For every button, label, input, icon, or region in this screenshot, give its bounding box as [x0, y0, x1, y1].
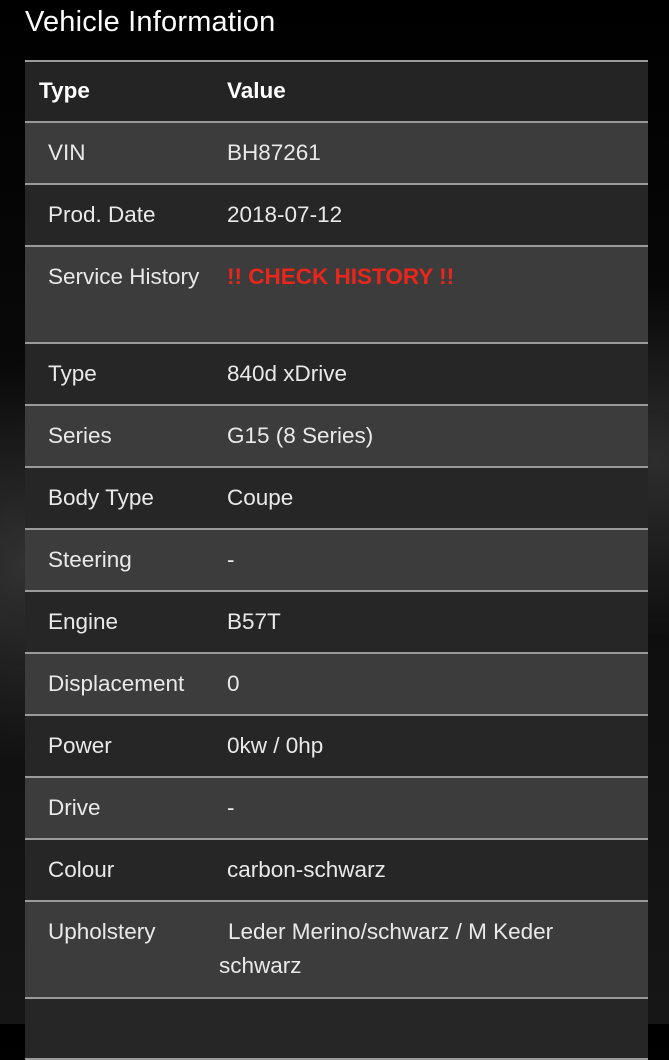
row-key: Drive: [25, 777, 219, 840]
service-history-warning: !! CHECK HISTORY !!: [219, 246, 648, 344]
row-value: G15 (8 Series): [219, 405, 648, 468]
row-value: carbon-schwarz: [219, 839, 648, 902]
row-value: 840d xDrive: [219, 343, 648, 406]
table-row: Displacement 0: [25, 653, 648, 716]
row-value: BH87261: [219, 122, 648, 185]
vehicle-info-table: Type Value VIN BH87261 Prod. Date 2018-0…: [25, 60, 648, 1060]
table-row: [25, 998, 648, 1060]
page-title: Vehicle Information: [25, 6, 276, 38]
row-value: -: [219, 777, 648, 840]
table-row: Power 0kw / 0hp: [25, 715, 648, 778]
row-key: Series: [25, 405, 219, 468]
column-header-value: Value: [219, 61, 648, 123]
table-row: Body Type Coupe: [25, 467, 648, 530]
table-row: Upholstery Leder Merino/schwarz / M Kede…: [25, 901, 648, 999]
table-row: Series G15 (8 Series): [25, 405, 648, 468]
row-value: [219, 998, 648, 1060]
row-key: Prod. Date: [25, 184, 219, 247]
row-value: B57T: [219, 591, 648, 654]
table-row: Prod. Date 2018-07-12: [25, 184, 648, 247]
row-key: Colour: [25, 839, 219, 902]
row-key: Engine: [25, 591, 219, 654]
row-value: 0: [219, 653, 648, 716]
row-key: Power: [25, 715, 219, 778]
row-key: Service History: [25, 246, 219, 344]
table-row: Drive -: [25, 777, 648, 840]
row-key: Displacement: [25, 653, 219, 716]
table-row: Service History !! CHECK HISTORY !!: [25, 246, 648, 344]
row-value: -: [219, 529, 648, 592]
row-key: Type: [25, 343, 219, 406]
row-key: [25, 998, 219, 1060]
row-value: 0kw / 0hp: [219, 715, 648, 778]
row-value: Coupe: [219, 467, 648, 530]
table-header-row: Type Value: [25, 61, 648, 123]
row-key: VIN: [25, 122, 219, 185]
column-header-type: Type: [25, 61, 219, 123]
table-row: Colour carbon-schwarz: [25, 839, 648, 902]
table-row: Steering -: [25, 529, 648, 592]
table-row: VIN BH87261: [25, 122, 648, 185]
table-row: Type 840d xDrive: [25, 343, 648, 406]
table-row: Engine B57T: [25, 591, 648, 654]
row-value: 2018-07-12: [219, 184, 648, 247]
row-value: Leder Merino/schwarz / M Keder schwarz: [219, 901, 648, 999]
row-key: Body Type: [25, 467, 219, 530]
row-key: Steering: [25, 529, 219, 592]
row-key: Upholstery: [25, 901, 219, 999]
